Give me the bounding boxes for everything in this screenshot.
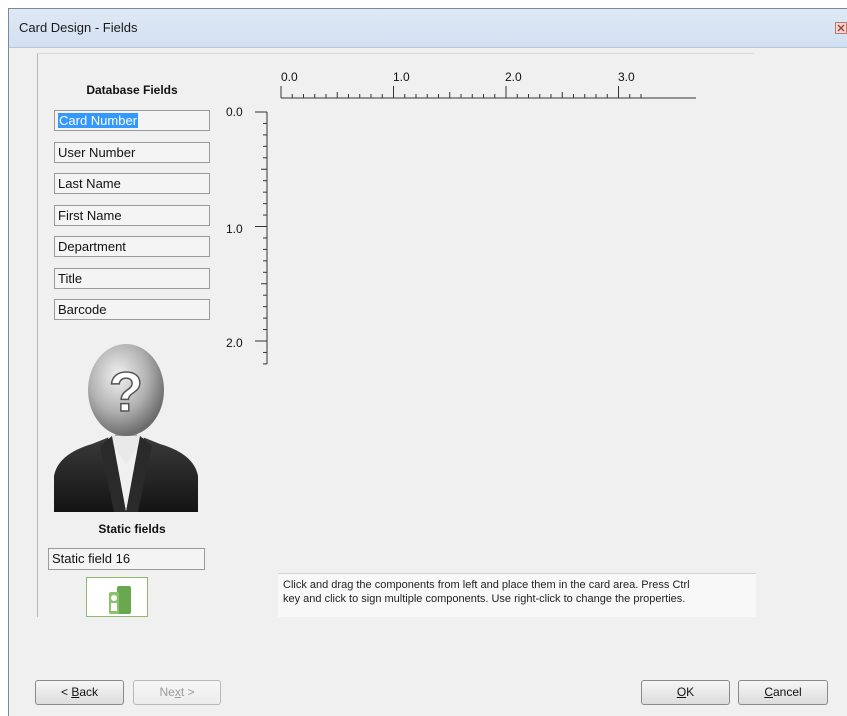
next-button[interactable]: Next > — [133, 680, 221, 705]
next-pre: Ne — [159, 685, 175, 699]
next-post: t > — [180, 685, 195, 699]
static-fields-heading: Static fields — [98, 522, 166, 536]
components-column: Database Fields Card Number User Number … — [38, 54, 218, 617]
instructions-line-2: key and click to sign multiple component… — [283, 593, 686, 605]
field-label: User Number — [58, 145, 136, 160]
ok-button[interactable]: OK — [641, 680, 730, 705]
h-ruler-label-0: 0.0 — [281, 70, 298, 84]
v-ruler-label-0: 0.0 — [226, 105, 243, 119]
logo-icon — [109, 586, 131, 614]
v-ruler-label-1: 1.0 — [226, 222, 243, 236]
ok-post: K — [686, 685, 695, 699]
instructions-line-1: Click and drag the components from left … — [283, 579, 690, 591]
instructions-text: Click and drag the components from left … — [278, 573, 756, 617]
field-card-number[interactable]: Card Number — [54, 110, 210, 131]
logo-component[interactable] — [86, 577, 148, 617]
field-label: Title — [58, 271, 83, 286]
vertical-ruler: 0.0 1.0 2.0 — [226, 105, 268, 365]
window-title: Card Design - Fields — [19, 20, 138, 35]
design-panel: Database Fields Card Number User Number … — [37, 53, 756, 617]
h-ruler-label-1: 1.0 — [393, 70, 410, 84]
title-bar: Card Design - Fields — [9, 9, 847, 48]
unknown-person-icon: ? — [54, 344, 198, 512]
database-fields-heading: Database Fields — [86, 83, 178, 97]
cancel-post: ancel — [772, 685, 802, 699]
back-button[interactable]: < Back — [35, 680, 124, 705]
field-last-name[interactable]: Last Name — [54, 173, 210, 194]
cancel-key: C — [764, 685, 773, 699]
card-design-window: Card Design - Fields Database Fields Car… — [8, 8, 847, 716]
photo-glyph: ? — [109, 360, 143, 423]
field-label: Barcode — [58, 302, 107, 317]
field-first-name[interactable]: First Name — [54, 205, 210, 226]
field-user-number[interactable]: User Number — [54, 142, 210, 163]
field-label: Department — [58, 239, 126, 254]
horizontal-ruler: 0.0 1.0 2.0 3.0 — [280, 70, 696, 99]
close-icon[interactable] — [835, 22, 847, 34]
field-label: Card Number — [58, 113, 139, 128]
field-title[interactable]: Title — [54, 268, 210, 289]
field-label: Last Name — [58, 176, 121, 191]
v-ruler-label-2: 2.0 — [226, 336, 243, 350]
h-ruler-label-3: 3.0 — [618, 70, 635, 84]
photo-component[interactable]: ? — [52, 336, 200, 512]
static-field-item[interactable]: Static field 16 — [48, 548, 205, 570]
field-label: First Name — [58, 208, 122, 223]
back-pre: < — [60, 685, 72, 699]
field-department[interactable]: Department — [54, 236, 210, 257]
h-ruler-label-2: 2.0 — [505, 70, 522, 84]
cancel-button[interactable]: Cancel — [738, 680, 828, 705]
field-barcode[interactable]: Barcode — [54, 299, 210, 320]
ok-key: O — [676, 685, 687, 699]
back-post: ack — [79, 685, 99, 699]
